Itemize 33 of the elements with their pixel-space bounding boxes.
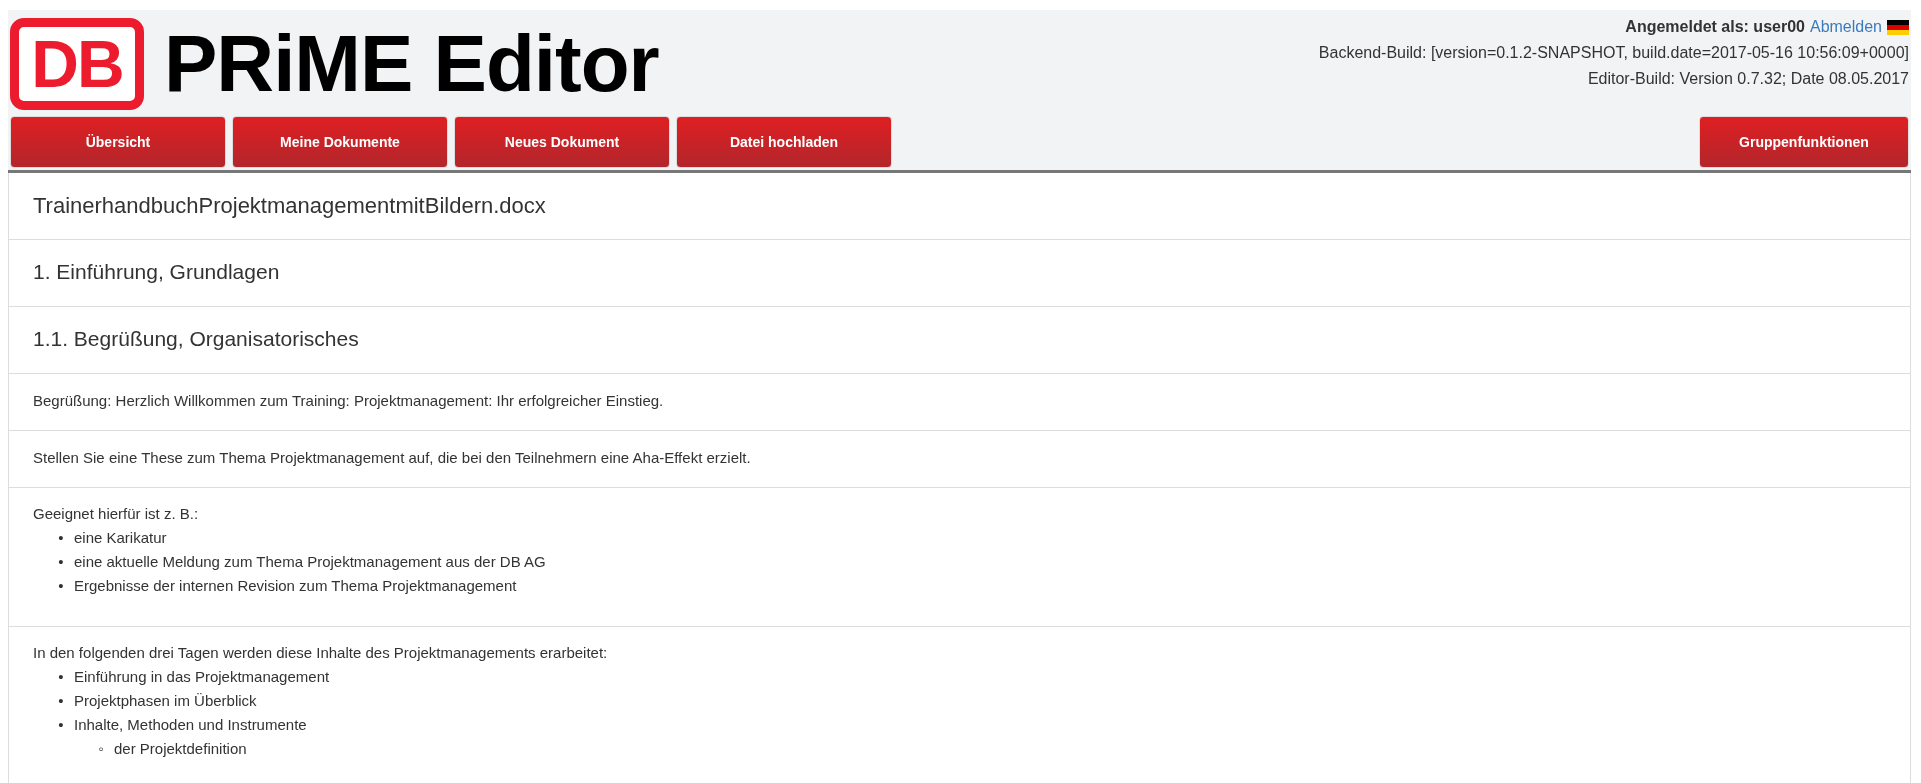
list-item: eine Karikatur: [74, 528, 167, 548]
list-item: Projektphasen im Überblick: [74, 691, 257, 711]
paragraph: Begrüßung: Herzlich Willkommen zum Training: Projektmanagement: Ihr erfolgreicher Einstieg.: [33, 392, 665, 409]
section-heading: 1.1. Begrüßung, Organisatorisches: [33, 327, 360, 351]
bullet: •: [57, 576, 65, 596]
bullet: •: [57, 667, 65, 687]
nav-button[interactable]: Datei hochladen: [676, 116, 892, 168]
paragraph: Stellen Sie eine These zum Thema Projektmanagement auf, die bei den Teilnehmern eine Aha-Effekt erzielt.: [33, 449, 752, 466]
logo: DB: [10, 18, 144, 110]
nav-button[interactable]: Meine Dokumente: [232, 116, 448, 168]
document-title: TrainerhandbuchProjektmanagementmitBildern.docx: [33, 193, 547, 219]
list-item: Ergebnisse der internen Revision zum Thema Projektmanagement: [74, 576, 517, 596]
nav-button[interactable]: Gruppenfunktionen: [1699, 116, 1909, 168]
bullet: •: [57, 552, 65, 572]
bullet: •: [57, 715, 65, 735]
list-item: eine aktuelle Meldung zum Thema Projektmanagement aus der DB AG: [74, 552, 546, 572]
paragraph: Geeignet hierfür ist z. B.:: [33, 504, 200, 524]
nav-button[interactable]: Neues Dokument: [454, 116, 670, 168]
list-item: der Projektdefinition: [114, 739, 247, 759]
flag-icon[interactable]: [1887, 19, 1909, 35]
editor-build: Editor-Build: Version 0.7.32; Date 08.05.2017: [1587, 70, 1909, 88]
bullet: ◦: [97, 739, 105, 759]
bullet: •: [57, 528, 65, 548]
list-item: Inhalte, Methoden und Instrumente: [74, 715, 307, 735]
logout-link[interactable]: Abmelden: [1809, 18, 1882, 36]
login-label: Angemeldet als: user00: [1625, 18, 1805, 36]
nav-button[interactable]: Übersicht: [10, 116, 226, 168]
list-item: Einführung in das Projektmanagement: [74, 667, 330, 687]
bullet: •: [57, 691, 65, 711]
section-heading: 1. Einführung, Grundlagen: [33, 260, 281, 284]
paragraph: In den folgenden drei Tagen werden diese Inhalte des Projektmanagements erarbeitet:: [33, 643, 609, 663]
backend-build: Backend-Build: [version=0.1.2-SNAPSHOT, build.date=2017-05-16 10:56:09+0000]: [1318, 44, 1909, 62]
app-title: PRiME Editor: [164, 18, 659, 110]
